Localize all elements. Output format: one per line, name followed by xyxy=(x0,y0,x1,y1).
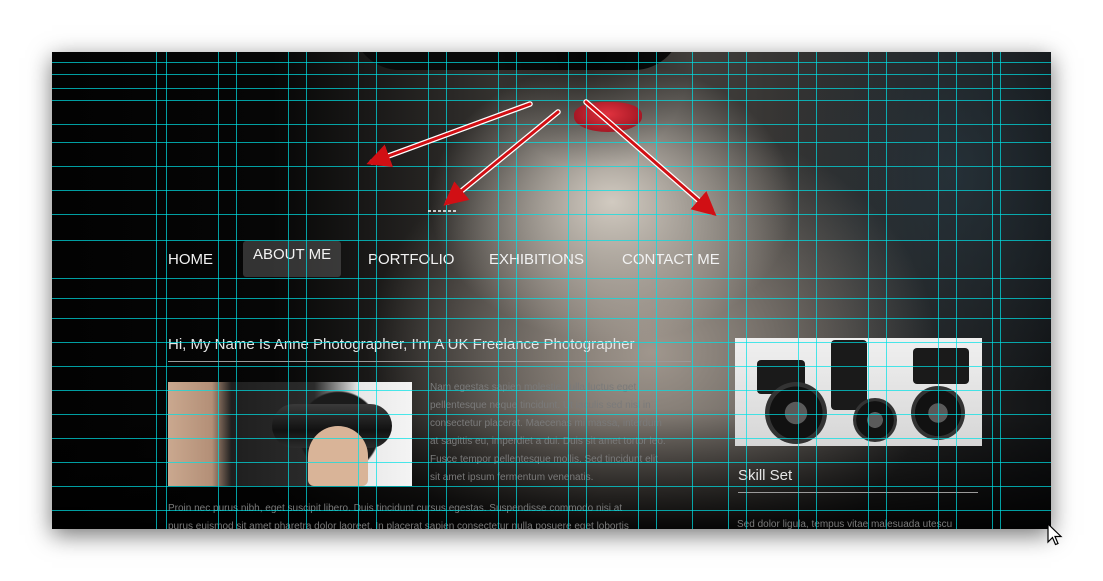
annotation-arrows xyxy=(366,99,717,216)
design-canvas: HOME ABOUT ME PORTFOLIO EXHIBITIONS CONT… xyxy=(52,52,1051,529)
red-arrow-right xyxy=(584,100,717,216)
mouse-pointer-icon xyxy=(1047,523,1063,546)
